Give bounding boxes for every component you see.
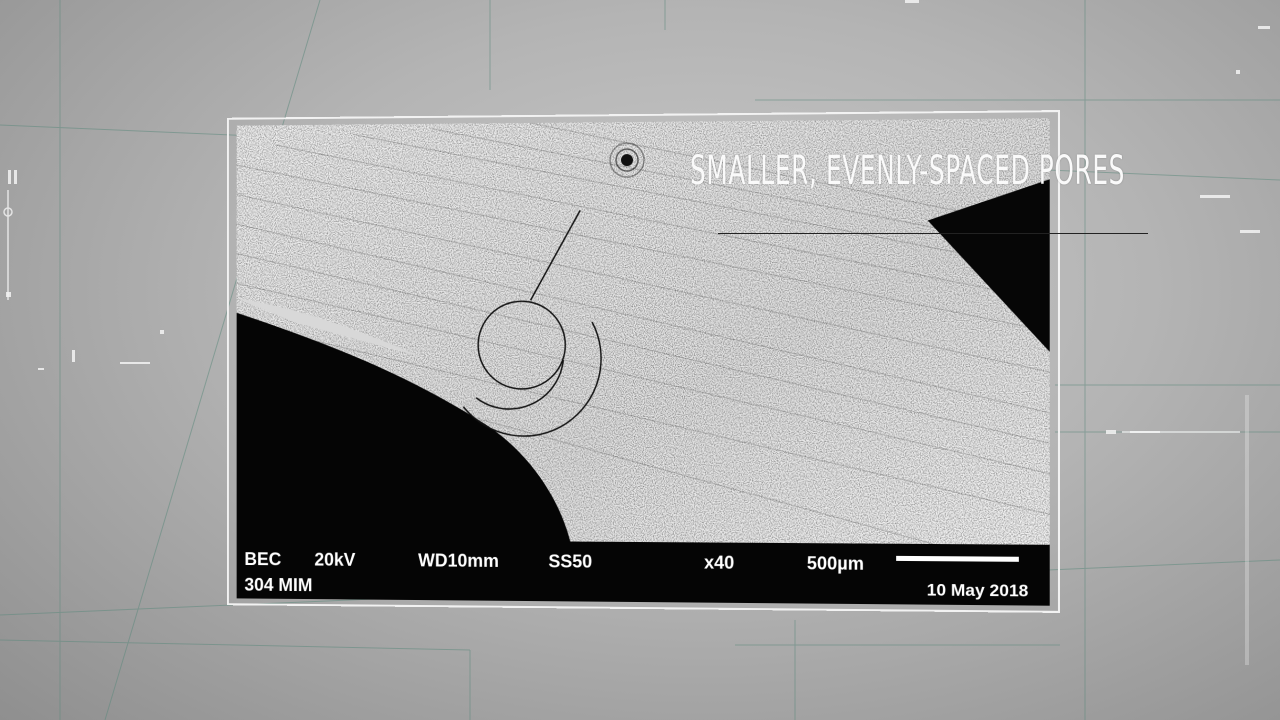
sem-magnification: x40 [704, 552, 735, 573]
scale-bar [896, 555, 1019, 562]
sem-scale-label: 500µm [806, 553, 865, 574]
pore-marker-dot [621, 154, 634, 167]
sem-date: 10 May 2018 [926, 580, 1029, 601]
sem-working-distance: WD10mm [418, 550, 499, 571]
sem-voltage: 20kV [314, 549, 356, 570]
sem-data-bar: BEC 20kV WD10mm SS50 x40 500µm 304 MIM 1… [236, 539, 1050, 606]
caption-title: SMALLER, EVENLY-SPACED PORES [690, 148, 1126, 194]
sem-sample-name: 304 MIM [244, 574, 313, 596]
caption-underline [718, 233, 1148, 234]
sem-spot-size: SS50 [548, 551, 593, 572]
sem-mode: BEC [244, 549, 282, 570]
